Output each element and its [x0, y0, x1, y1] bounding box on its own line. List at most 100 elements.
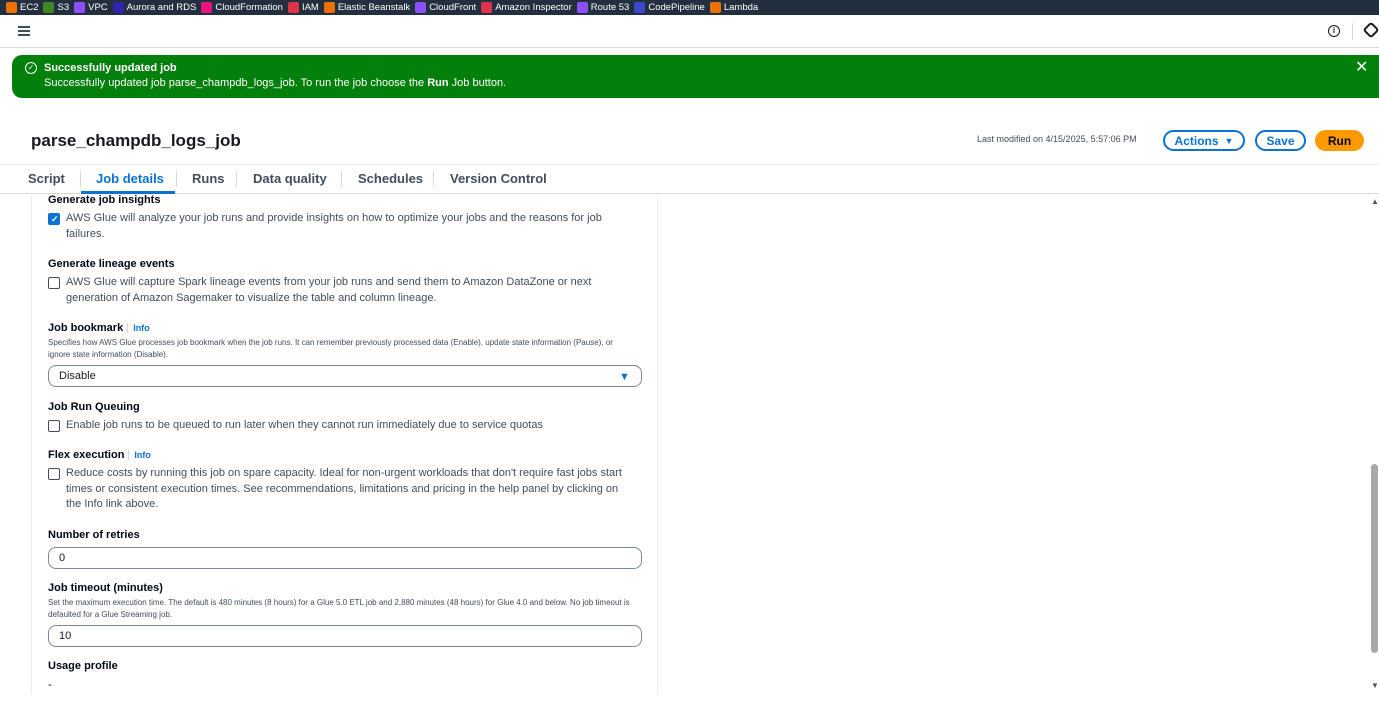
- favorite-ec2[interactable]: EC2: [6, 2, 38, 13]
- favorite-label: CloudFormation: [215, 2, 283, 13]
- tab-divider: [176, 171, 177, 187]
- favorite-label: Lambda: [723, 2, 759, 13]
- run-button[interactable]: Run: [1315, 130, 1364, 151]
- favorite-label: Aurora and RDS: [126, 2, 197, 13]
- job-bookmark-label-text: Job bookmark: [48, 322, 124, 334]
- job-insights-checkbox[interactable]: ✓: [48, 213, 60, 225]
- success-flash-banner: ✓ Successfully updated job Successfully …: [12, 55, 1379, 98]
- flex-execution-info-link[interactable]: Info: [128, 450, 151, 460]
- service-icon: [43, 2, 55, 13]
- save-button[interactable]: Save: [1255, 130, 1306, 151]
- flex-execution-label-text: Flex execution: [48, 449, 125, 461]
- divider: [1352, 23, 1353, 40]
- job-timeout-input[interactable]: 10: [48, 625, 642, 647]
- favorite-label: VPC: [88, 2, 108, 13]
- favorite-cloudfront[interactable]: CloudFront: [415, 2, 476, 13]
- tab-version-control[interactable]: Version Control: [450, 171, 547, 186]
- favorite-lambda[interactable]: Lambda: [709, 2, 759, 13]
- job-timeout-value: 10: [59, 630, 72, 642]
- service-icon: [201, 2, 213, 13]
- favorite-label: CodePipeline: [648, 2, 705, 13]
- success-check-icon: ✓: [25, 62, 37, 74]
- tab-schedules[interactable]: Schedules: [358, 171, 423, 186]
- lineage-events-label: Generate lineage events: [48, 258, 175, 270]
- job-timeout-description: Set the maximum execution time. The defa…: [48, 598, 630, 619]
- favorite-label: S3: [57, 2, 70, 13]
- settings-icon[interactable]: [1362, 21, 1379, 39]
- top-navigation: i: [0, 15, 1379, 48]
- job-bookmark-info-link[interactable]: Info: [127, 323, 150, 333]
- last-modified-text: Last modified on 4/15/2025, 5:57:06 PM: [977, 134, 1137, 144]
- retries-value: 0: [59, 552, 66, 564]
- favorite-route-53[interactable]: Route 53: [576, 2, 630, 13]
- favorite-label: Route 53: [590, 2, 630, 13]
- service-icon: [112, 2, 124, 13]
- flash-message-text: Successfully updated job parse_champdb_l…: [44, 77, 428, 89]
- caret-down-icon: ▼: [1224, 135, 1234, 146]
- hamburger-menu-icon[interactable]: [18, 26, 30, 36]
- check-icon: ✓: [51, 214, 59, 224]
- flash-title: Successfully updated job: [44, 62, 177, 74]
- tab-divider: [236, 171, 237, 187]
- scrollbar-thumb[interactable]: [1371, 464, 1378, 653]
- service-icon: [287, 2, 299, 13]
- job-run-queuing-label: Job Run Queuing: [48, 401, 140, 413]
- job-timeout-label: Job timeout (minutes): [48, 582, 163, 594]
- favorite-elastic-beanstalk[interactable]: Elastic Beanstalk: [323, 2, 411, 13]
- favorite-label: EC2: [20, 2, 39, 13]
- service-icon: [323, 2, 335, 13]
- tab-divider: [433, 171, 434, 187]
- tab-runs[interactable]: Runs: [192, 171, 225, 186]
- tab-script[interactable]: Script: [28, 171, 65, 186]
- service-icon: [481, 2, 493, 13]
- info-icon[interactable]: i: [1328, 25, 1340, 37]
- retries-label: Number of retries: [48, 529, 140, 541]
- caret-down-icon: ▼: [619, 371, 630, 383]
- tab-bar: Script Job details Runs Data quality Sch…: [0, 164, 1379, 194]
- service-icon: [415, 2, 427, 13]
- tab-job-details[interactable]: Job details: [96, 171, 164, 186]
- tab-divider: [341, 171, 342, 187]
- flex-execution-label: Flex execution Info: [48, 449, 151, 461]
- job-bookmark-description: Specifies how AWS Glue processes job boo…: [48, 338, 613, 359]
- service-icon: [709, 2, 721, 13]
- favorite-label: Elastic Beanstalk: [337, 2, 411, 13]
- tab-data-quality[interactable]: Data quality: [253, 171, 327, 186]
- panel-border: [657, 195, 658, 694]
- job-bookmark-label: Job bookmark Info: [48, 322, 150, 334]
- job-bookmark-value: Disable: [59, 370, 96, 382]
- page-title: parse_champdb_logs_job: [31, 131, 241, 150]
- favorite-amazon-inspector[interactable]: Amazon Inspector: [481, 2, 572, 13]
- lineage-events-checkbox[interactable]: [48, 277, 60, 289]
- flex-execution-checkbox[interactable]: [48, 468, 60, 480]
- favorite-label: Amazon Inspector: [495, 2, 572, 13]
- favorite-label: IAM: [301, 2, 319, 13]
- flex-execution-text: Reduce costs by running this job on spar…: [66, 467, 622, 510]
- service-icon: [634, 2, 646, 13]
- favorite-cloudformation[interactable]: CloudFormation: [201, 2, 283, 13]
- favorite-label: CloudFront: [429, 2, 477, 13]
- scroll-up-arrow-icon[interactable]: ▲: [1371, 197, 1379, 206]
- favorite-s3[interactable]: S3: [43, 2, 69, 13]
- service-icon: [576, 2, 588, 13]
- close-icon[interactable]: ✕: [1355, 60, 1368, 76]
- usage-profile-value: -: [48, 679, 52, 691]
- favorite-iam[interactable]: IAM: [287, 2, 319, 13]
- usage-profile-label: Usage profile: [48, 660, 118, 672]
- favorite-vpc[interactable]: VPC: [74, 2, 108, 13]
- lineage-events-text: AWS Glue will capture Spark lineage even…: [66, 276, 592, 304]
- flash-message-text-end: Job button.: [448, 77, 507, 89]
- job-insights-label: Generate job insights: [48, 194, 161, 206]
- actions-button[interactable]: Actions ▼: [1163, 130, 1245, 151]
- panel-border: [31, 195, 32, 694]
- job-bookmark-select[interactable]: Disable: [48, 365, 642, 387]
- scroll-down-arrow-icon[interactable]: ▼: [1371, 681, 1379, 690]
- retries-input[interactable]: 0: [48, 547, 642, 569]
- job-run-queuing-checkbox[interactable]: [48, 420, 60, 432]
- job-insights-text: AWS Glue will analyze your job runs and …: [66, 212, 602, 240]
- actions-button-label: Actions: [1174, 133, 1219, 148]
- job-run-queuing-text: Enable job runs to be queued to run late…: [66, 419, 543, 431]
- favorite-codepipeline[interactable]: CodePipeline: [634, 2, 705, 13]
- favorite-aurora-and-rds[interactable]: Aurora and RDS: [112, 2, 197, 13]
- flash-message-bold: Run: [427, 77, 449, 89]
